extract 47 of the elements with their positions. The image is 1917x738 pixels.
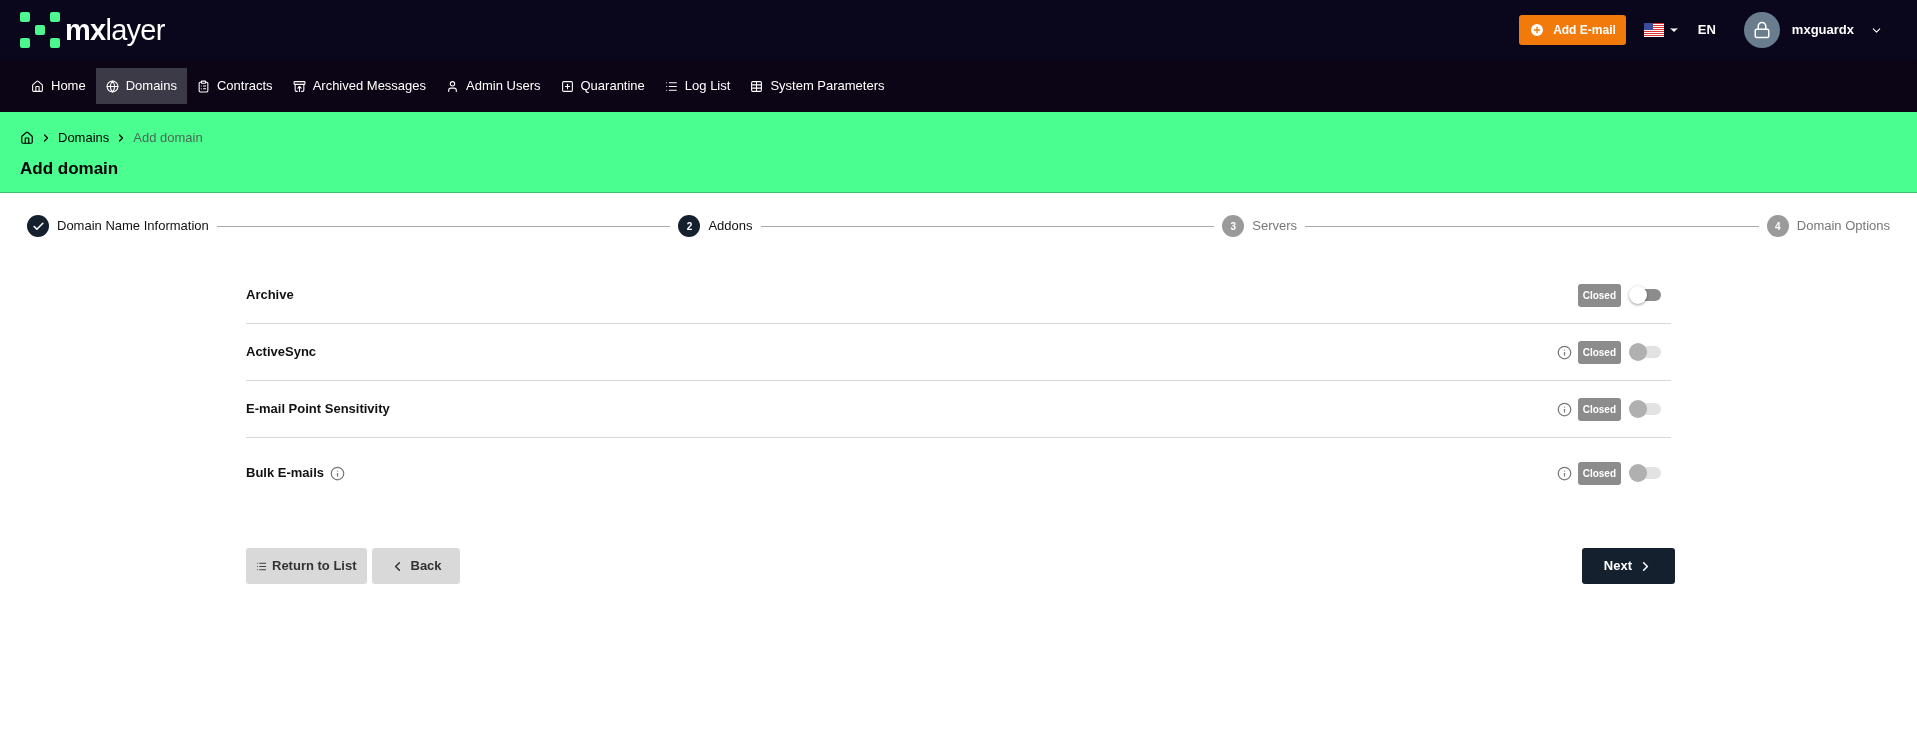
breadcrumb-link[interactable]: Domains	[58, 128, 110, 148]
step-label: Addons	[708, 217, 753, 236]
addon-label: E-mail Point Sensitivity	[246, 400, 390, 419]
language-selector[interactable]: EN	[1643, 20, 1716, 40]
user-menu[interactable]: mxguardx	[1791, 20, 1883, 40]
nav-tab[interactable]: Domains	[95, 68, 187, 104]
status-badge: Closed	[1577, 397, 1621, 421]
step-label: Domain Options	[1796, 217, 1890, 236]
back-button[interactable]: Back	[371, 548, 460, 584]
plus-circle-icon	[1529, 22, 1546, 38]
clipboard-icon	[197, 79, 210, 93]
nav-tab[interactable]: Home	[21, 68, 96, 104]
home-icon	[31, 79, 44, 93]
step-label: Domain Name Information	[57, 217, 209, 236]
step-number: 3	[1222, 215, 1245, 237]
nav-tab[interactable]: System Parameters	[740, 68, 895, 104]
step-label: Servers	[1252, 217, 1298, 236]
table-icon	[750, 79, 764, 93]
globe-icon	[105, 79, 119, 93]
list-icon	[256, 560, 267, 572]
page-title: Add domain	[20, 157, 120, 180]
nav-tab[interactable]: Archived Messages	[282, 68, 437, 104]
nav-tab[interactable]: Contracts	[187, 68, 283, 104]
plus-square-icon	[560, 79, 574, 93]
toggle-switch[interactable]	[1629, 286, 1661, 304]
step-number: 4	[1766, 215, 1789, 237]
nav-tab[interactable]: Quarantine	[550, 68, 655, 104]
home-icon[interactable]	[20, 130, 34, 145]
user-icon	[446, 79, 460, 93]
nav-tab[interactable]: Log List	[654, 68, 741, 104]
return-to-list-button[interactable]: Return to List	[246, 548, 367, 584]
lock-icon	[1752, 21, 1771, 39]
addon-label: Bulk E-mails	[246, 464, 325, 483]
nav-tab[interactable]: Admin Users	[436, 68, 551, 104]
archive-box-icon	[292, 79, 306, 93]
addon-label: Archive	[246, 286, 294, 305]
status-badge: Closed	[1577, 283, 1621, 307]
step-check-icon	[27, 215, 49, 237]
us-flag-icon	[1643, 23, 1664, 37]
addon-label: ActiveSync	[246, 343, 317, 362]
logo-icon	[20, 12, 60, 48]
status-badge: Closed	[1577, 340, 1621, 364]
step-number: 2	[678, 215, 701, 237]
list-icon	[664, 79, 678, 93]
logo-text: mxlayer	[65, 15, 165, 45]
status-badge: Closed	[1577, 461, 1621, 485]
next-button[interactable]: Next	[1581, 548, 1675, 584]
